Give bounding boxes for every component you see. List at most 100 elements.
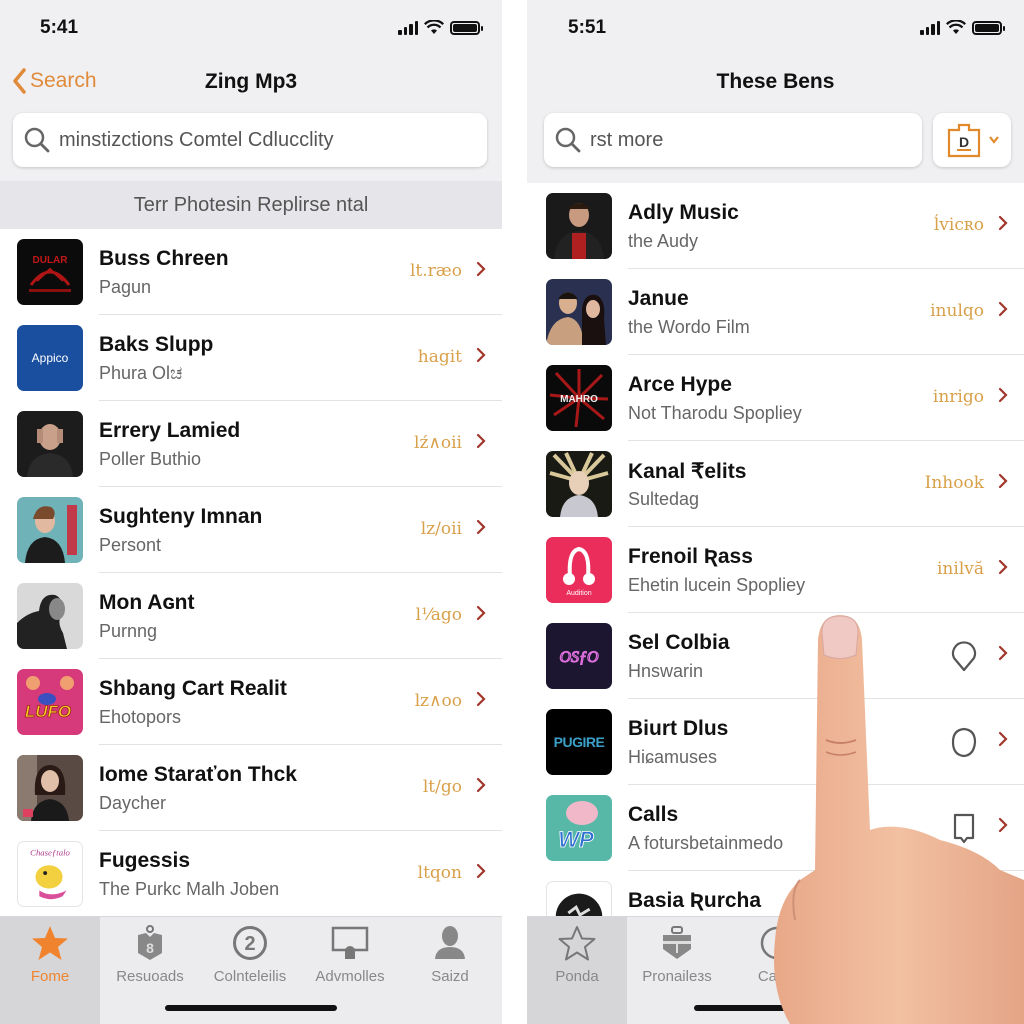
battery-icon bbox=[450, 20, 483, 35]
svg-text:LUFO: LUFO bbox=[25, 702, 71, 721]
tab-label: Saizd bbox=[431, 968, 469, 985]
album-art: WP bbox=[546, 795, 612, 861]
list-item[interactable]: Audition Frenoil Ʀass Ehetin lucein Spop… bbox=[527, 527, 1024, 613]
item-title: Buss Chreen bbox=[99, 247, 229, 270]
bookmark-icon[interactable] bbox=[950, 812, 978, 844]
item-subtitle: Purnng bbox=[99, 621, 158, 641]
left-phone-screen: 5:41 Search Zing Mp3 Terr Photesin Repli… bbox=[0, 0, 502, 1024]
chevron-right-icon bbox=[998, 215, 1008, 231]
list-item[interactable]: LUFO Shbang Cart Realit Ehotopors lz∧oo bbox=[0, 659, 502, 745]
item-subtitle: Hiɕamuses bbox=[628, 747, 718, 767]
search-input[interactable] bbox=[59, 128, 487, 152]
album-art bbox=[17, 755, 83, 821]
number-circle-icon: 2 bbox=[233, 926, 267, 960]
list-item[interactable]: Janue the Wordo Film inulqo bbox=[527, 269, 1024, 355]
item-title: Baks Slupp bbox=[99, 333, 214, 356]
page-title: These Bens bbox=[716, 70, 835, 93]
list-item[interactable]: Chaseƒtalo Fugessis The Purkc Malh Joben… bbox=[0, 831, 502, 917]
tab-saizd[interactable]: Saizd bbox=[400, 917, 500, 1024]
status-icons bbox=[920, 20, 1005, 35]
search-icon bbox=[555, 127, 581, 153]
search-bar[interactable] bbox=[13, 113, 487, 167]
tab-label: Pronaileзs bbox=[642, 968, 712, 985]
list-item[interactable]: Kanal ₹elits Sultedag Inhook bbox=[527, 441, 1024, 527]
item-subtitle: Hnswarin bbox=[628, 661, 704, 681]
tab-label: Fome bbox=[30, 968, 70, 985]
list-item[interactable]: PUGIRE Biurt Dlus Hiɕamuses bbox=[527, 699, 1024, 785]
list-item[interactable]: Iome Staraťon Thck Daycher lt∕go bbox=[0, 745, 502, 831]
item-title: Iome Staraťon Thck bbox=[99, 763, 297, 786]
item-subtitle: Not Tharodu Spopliey bbox=[628, 403, 802, 423]
item-title: Janue bbox=[628, 287, 689, 310]
list-item[interactable]: DULAR Buss Chreen Pagun lt.ræo bbox=[0, 229, 502, 315]
chevron-right-icon bbox=[998, 301, 1008, 317]
album-art: DULAR bbox=[17, 239, 83, 305]
item-meta: inilvă bbox=[937, 559, 984, 579]
tab-home[interactable]: Fome bbox=[0, 917, 100, 1024]
battery-icon bbox=[972, 20, 1005, 35]
chevron-right-icon bbox=[998, 387, 1008, 403]
item-meta: inrigo bbox=[932, 387, 984, 407]
wifi-icon bbox=[424, 20, 444, 34]
list-item[interactable]: MAHRO Arce Hype Not Tharodu Spopliey inr… bbox=[527, 355, 1024, 441]
album-art: Appico bbox=[17, 325, 83, 391]
screen-gutter bbox=[502, 0, 527, 1024]
album-art bbox=[546, 279, 612, 345]
search-bar[interactable] bbox=[544, 113, 922, 167]
item-title: Shbang Cart Realit bbox=[99, 677, 287, 700]
filter-dropdown-button[interactable]: D bbox=[933, 113, 1011, 167]
section-header: Terr Photesin Replirse ntal bbox=[0, 181, 502, 229]
album-art bbox=[17, 497, 83, 563]
screen-share-icon bbox=[331, 926, 369, 959]
list-item[interactable]: Adly Music the Audy ĺvicʀo bbox=[527, 183, 1024, 269]
tab-label: Colnteleilis bbox=[213, 968, 287, 985]
tab-label: Resuoads bbox=[116, 968, 184, 985]
wifi-icon bbox=[946, 20, 966, 34]
list-item[interactable]: Errery Lamied Poller Buthio lź∧oii bbox=[0, 401, 502, 487]
chevron-right-icon bbox=[476, 605, 486, 621]
signal-icon bbox=[920, 20, 940, 35]
item-title: Sughteny Imnan bbox=[99, 505, 263, 528]
album-art bbox=[546, 451, 612, 517]
item-subtitle: the Audy bbox=[628, 231, 699, 251]
item-title: Fugessis bbox=[99, 849, 191, 872]
chevron-right-icon bbox=[998, 645, 1008, 661]
chevron-right-icon bbox=[476, 691, 486, 707]
tag-icon: 8 bbox=[138, 925, 162, 960]
album-art bbox=[546, 193, 612, 259]
results-list: DULAR Buss Chreen Pagun lt.ræo Appico Ba… bbox=[0, 229, 502, 917]
list-item[interactable]: Mon Aɢnt Purnng l⅟ago bbox=[0, 573, 502, 659]
svg-text:2: 2 bbox=[244, 933, 255, 955]
chevron-right-icon bbox=[476, 347, 486, 363]
item-subtitle: the Wordo Film bbox=[628, 317, 750, 337]
item-meta: lź∧oii bbox=[414, 433, 462, 453]
pin-icon[interactable] bbox=[950, 640, 978, 672]
item-title: Basia Ʀurcha bbox=[628, 889, 762, 912]
album-art bbox=[17, 583, 83, 649]
album-art bbox=[17, 411, 83, 477]
svg-text:8: 8 bbox=[146, 940, 154, 956]
album-art: OSƒO bbox=[546, 623, 612, 689]
item-meta: ltqon bbox=[417, 863, 462, 883]
album-art-label: Audition bbox=[566, 590, 591, 597]
circle-icon[interactable] bbox=[950, 726, 978, 758]
chevron-right-icon bbox=[998, 817, 1008, 833]
search-icon bbox=[24, 127, 50, 153]
item-subtitle: Pagun bbox=[99, 277, 152, 297]
item-meta: inulqo bbox=[930, 301, 984, 321]
filter-letter: D bbox=[959, 134, 969, 150]
tab-ponda[interactable]: Ponda bbox=[527, 917, 627, 1024]
list-item[interactable]: Appico Baks Slupp Phura Olಚ hagit bbox=[0, 315, 502, 401]
album-art-label: Appico bbox=[31, 351, 69, 365]
chevron-right-icon bbox=[476, 777, 486, 793]
list-item[interactable]: WP Calls A fotursbetainmedo bbox=[527, 785, 1024, 871]
chevron-right-icon bbox=[998, 731, 1008, 747]
item-title: Adly Music bbox=[628, 201, 739, 224]
album-art: Audition bbox=[546, 537, 612, 603]
list-item[interactable]: Sughteny Imnan Persont lz∕oii bbox=[0, 487, 502, 573]
search-input[interactable] bbox=[590, 128, 922, 152]
list-item[interactable]: OSƒO Sel Colbia Hnswarin bbox=[527, 613, 1024, 699]
page-title: Zing Mp3 bbox=[204, 70, 298, 93]
album-art-label: MAHRO bbox=[560, 394, 598, 405]
calendar-dropdown-icon: D bbox=[947, 123, 981, 158]
